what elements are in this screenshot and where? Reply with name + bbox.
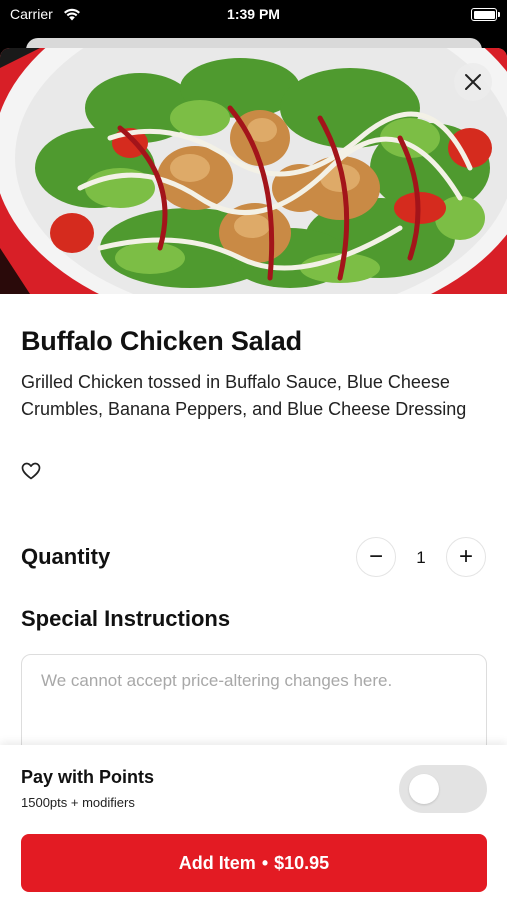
- special-instructions-label: Special Instructions: [21, 606, 231, 631]
- toggle-knob: [409, 774, 439, 804]
- quantity-value: 1: [416, 548, 426, 567]
- item-title: Buffalo Chicken Salad: [21, 326, 302, 356]
- quantity-increase-button[interactable]: +: [446, 537, 486, 577]
- status-time: 1:39 PM: [227, 6, 280, 22]
- pay-with-points-subtext: 1500pts + modifiers: [21, 795, 135, 810]
- add-item-price: $10.95: [274, 852, 330, 873]
- close-icon: [465, 74, 481, 90]
- item-description: Grilled Chicken tossed in Buffalo Sauce,…: [21, 372, 467, 419]
- item-detail-sheet: Buffalo Chicken Salad Grilled Chicken to…: [0, 48, 507, 900]
- close-button[interactable]: [454, 63, 492, 101]
- add-item-separator: •: [261, 852, 269, 873]
- quantity-decrease-button[interactable]: −: [356, 537, 396, 577]
- add-item-button[interactable]: Add Item • $10.95: [21, 834, 487, 892]
- heart-outline-icon[interactable]: [21, 462, 41, 480]
- salad-photo: [0, 48, 507, 294]
- battery-icon: [471, 8, 500, 21]
- add-item-label: Add Item: [178, 852, 256, 873]
- item-image: [0, 48, 507, 294]
- checkout-footer: Pay with Points 1500pts + modifiers Add …: [0, 745, 507, 900]
- pay-with-points-label: Pay with Points: [21, 767, 155, 787]
- pay-with-points-toggle[interactable]: [399, 765, 487, 813]
- status-bar: Carrier 1:39 PM: [0, 0, 507, 30]
- quantity-label: Quantity: [21, 544, 111, 569]
